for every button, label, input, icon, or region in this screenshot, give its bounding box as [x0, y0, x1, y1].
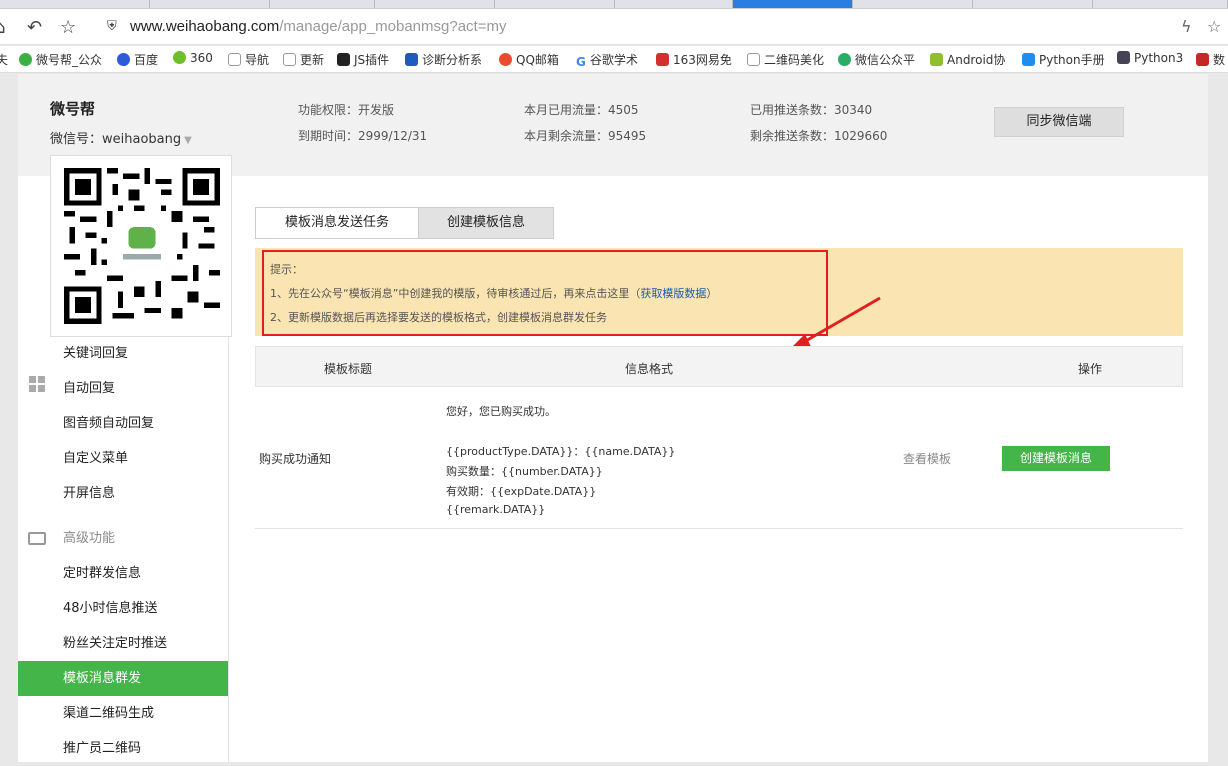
- browser-tab-active[interactable]: [733, 0, 853, 8]
- sidebar-group-label: 高级功能: [63, 531, 116, 546]
- url-path: /manage/app_mobanmsg?act=my: [279, 18, 507, 35]
- bookmarks-bar: 夫 微号帮_公众 百度 360 导航 更新 JS插件 诊断分析系 QQ邮箱 G谷…: [0, 46, 1228, 73]
- sidebar-item-auto-reply[interactable]: 自动回复: [18, 371, 228, 406]
- expiry-text: 到期时间：2999/12/31: [298, 129, 428, 143]
- bookmark-item[interactable]: 导航: [228, 51, 269, 68]
- tab-template-send-tasks[interactable]: 模板消息发送任务: [255, 207, 419, 239]
- remaining-traffic-text: 本月剩余流量：95495: [524, 129, 647, 143]
- table-header: 模板标题 信息格式 操作: [255, 346, 1183, 387]
- sidebar-item-48h-push[interactable]: 48小时信息推送: [18, 591, 228, 626]
- column-header-format: 信息格式: [625, 362, 674, 376]
- browser-tab[interactable]: [150, 0, 270, 8]
- sidebar-item-media-auto-reply[interactable]: 图音频自动回复: [18, 406, 228, 441]
- sidebar-item-template-broadcast[interactable]: 模板消息群发: [18, 661, 228, 696]
- sync-wechat-button[interactable]: 同步微信端: [994, 107, 1124, 137]
- view-template-link[interactable]: 查看模板: [903, 450, 951, 467]
- bookmark-item[interactable]: 微号帮_公众: [19, 51, 102, 68]
- inbox-icon: [28, 532, 46, 545]
- bookmark-item[interactable]: 二维码美化: [747, 51, 824, 68]
- format-line: 有效期：{{expDate.DATA}}: [446, 485, 597, 498]
- permission-text: 功能权限：开发版: [298, 103, 395, 117]
- lightning-icon[interactable]: ϟ: [1181, 17, 1192, 36]
- bookmark-item[interactable]: 更新: [283, 51, 324, 68]
- bookmark-item[interactable]: 微信公众平: [838, 51, 915, 68]
- tab-create-template[interactable]: 创建模板信息: [418, 207, 554, 239]
- sidebar-item-promoter-qrcode[interactable]: 推广员二维码: [18, 731, 228, 766]
- bookmark-item[interactable]: Android协: [930, 51, 1005, 68]
- format-line: {{remark.DATA}}: [446, 503, 546, 516]
- used-traffic-text: 本月已用流量：4505: [524, 103, 639, 117]
- bookmark-fragment[interactable]: 夫: [0, 51, 8, 68]
- bookmark-item[interactable]: 百度: [117, 51, 158, 68]
- caret-down-icon: ▼: [184, 135, 192, 146]
- browser-tab[interactable]: [0, 0, 150, 8]
- bookmark-item[interactable]: 诊断分析系: [405, 51, 482, 68]
- home-icon[interactable]: ⌂: [0, 17, 5, 38]
- browser-tab[interactable]: [853, 0, 973, 8]
- browser-tab-strip: [0, 0, 1228, 9]
- address-bar: ⌂ ↶ ☆ ⛨ www.weihaobang.com/manage/app_mo…: [0, 9, 1228, 45]
- bookmark-item[interactable]: 360: [173, 51, 213, 65]
- wechat-id-label: 微信号：weihaobang: [50, 132, 182, 147]
- favorite-icon[interactable]: ☆: [1207, 17, 1221, 36]
- browser-tab[interactable]: [270, 0, 375, 8]
- browser-tab[interactable]: [1093, 0, 1228, 8]
- used-push-text: 已用推送条数：30340: [750, 103, 873, 117]
- browser-tab[interactable]: [495, 0, 615, 8]
- sidebar-item-custom-menu[interactable]: 自定义菜单: [18, 441, 228, 476]
- brand-name: 微号帮: [50, 100, 96, 118]
- format-line: 购买数量：{{number.DATA}}: [446, 465, 603, 478]
- wechat-id-dropdown[interactable]: 微信号：weihaobang ▼: [50, 128, 192, 147]
- url-host: www.weihaobang.com: [130, 18, 280, 35]
- template-title: 购买成功通知: [259, 452, 332, 466]
- column-header-actions: 操作: [1078, 362, 1103, 376]
- sidebar-item-keyword-reply[interactable]: 关键词回复: [18, 336, 228, 371]
- qr-code-image: [64, 168, 220, 324]
- bookmark-item[interactable]: Python3: [1117, 51, 1183, 65]
- sidebar-item-follow-push[interactable]: 粉丝关注定时推送: [18, 626, 228, 661]
- create-template-message-button[interactable]: 创建模板消息: [1002, 446, 1110, 471]
- shield-icon[interactable]: ⛨: [107, 19, 117, 34]
- highlight-box: [262, 250, 828, 336]
- column-header-title: 模板标题: [324, 362, 373, 376]
- url-text[interactable]: www.weihaobang.com/manage/app_mobanmsg?a…: [130, 18, 506, 35]
- star-icon[interactable]: ☆: [60, 17, 76, 38]
- qr-code: [50, 155, 232, 337]
- sidebar-group-advanced: 高级功能: [18, 521, 228, 556]
- bookmark-item[interactable]: 数: [1196, 51, 1225, 68]
- browser-tab[interactable]: [973, 0, 1093, 8]
- sidebar-item-channel-qrcode[interactable]: 渠道二维码生成: [18, 696, 228, 731]
- sidebar-item-splash-info[interactable]: 开屏信息: [18, 476, 228, 511]
- sidebar-item-scheduled-broadcast[interactable]: 定时群发信息: [18, 556, 228, 591]
- format-line: {{productType.DATA}}：{{name.DATA}}: [446, 445, 676, 458]
- page: 微号帮 微信号：weihaobang ▼ 功能权限：开发版 到期时间：2999/1…: [18, 74, 1208, 762]
- bookmark-item[interactable]: JS插件: [337, 51, 389, 68]
- bookmark-item[interactable]: Python手册: [1022, 51, 1105, 68]
- format-line: 您好，您已购买成功。: [446, 405, 556, 418]
- table-row: 购买成功通知 您好，您已购买成功。 {{productType.DATA}}：{…: [255, 387, 1183, 529]
- undo-icon[interactable]: ↶: [27, 17, 42, 38]
- remaining-push-text: 剩余推送条数：1029660: [750, 129, 888, 143]
- tip-box: 提示： 1、先在公众号“模板消息”中创建我的模版，待审核通过后，再来点击这里（获…: [255, 248, 1183, 354]
- bookmark-item[interactable]: G 谷歌学术: [576, 51, 638, 69]
- browser-tab[interactable]: [615, 0, 733, 8]
- bookmark-item[interactable]: QQ邮箱: [499, 51, 559, 68]
- bookmark-item[interactable]: 163网易免: [656, 51, 732, 68]
- browser-tab[interactable]: [375, 0, 495, 8]
